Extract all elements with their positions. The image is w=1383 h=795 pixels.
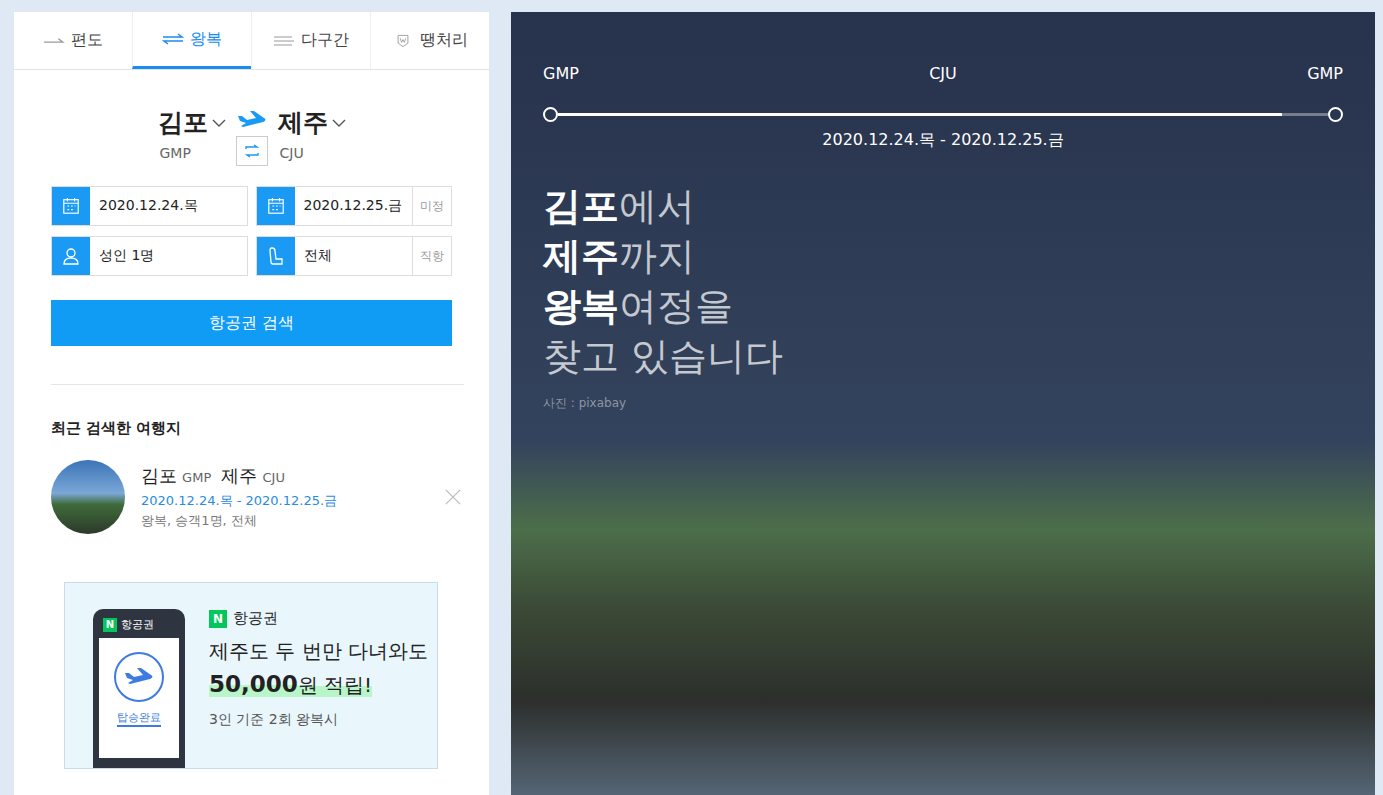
trip-tab[interactable]: 땡처리 [370,12,489,69]
hero-panel: GMP CJU GMP 2020.12.24.목 - 2020.12.25.금김포에서… [511,12,1375,795]
depart-date-field[interactable]: 2020.12.24.목 [51,186,248,226]
start-dot [543,107,558,122]
undecided-toggle[interactable]: 미정 [412,187,451,225]
calendar-icon [267,197,285,215]
trip-tab[interactable]: 왕복 [132,12,251,69]
route-selector: 김포GMP 제주CJU [14,70,489,166]
destination-photo [51,460,125,534]
passengers-field[interactable]: 성인 1명 [51,236,248,276]
seat-icon [266,246,286,266]
tab-label: 편도 [71,30,103,51]
tab-label: 다구간 [301,30,349,51]
tab-label: 왕복 [190,29,222,50]
promo-banner[interactable]: N항공권탑승완료N항공권제주도 두 번만 다녀와도50,000원 적립!3인 기… [64,582,438,769]
itinerary-track [543,107,1343,122]
headline: 김포에서제주까지왕복여정을찾고 있습니다 [543,181,1343,381]
swap-button[interactable] [236,136,268,166]
plane-icon [237,110,267,130]
end-dot [1328,107,1343,122]
multi-city-icon [273,34,295,48]
recent-item[interactable]: 김포 GMP 제주 CJU2020.12.24.목 - 2020.12.25.금… [51,460,464,534]
trip-tab[interactable]: 다구간 [251,12,370,69]
chevron-down-icon [332,119,346,127]
photo-credit: 사진 : pixabay [543,395,1343,412]
stop-label: GMP [543,64,579,83]
stop-label: CJU [929,64,957,83]
page: 편도왕복다구간땡처리김포GMP제주CJU2020.12.24.목2020.12.… [0,0,1383,795]
divider [51,384,464,385]
person-icon [61,246,81,266]
itinerary-stops: GMP CJU GMP [543,64,1343,83]
plane-icon [124,667,154,687]
search-panel: 편도왕복다구간땡처리김포GMP제주CJU2020.12.24.목2020.12.… [14,12,489,795]
direct-toggle[interactable]: 직항 [412,237,451,275]
trip-tabs: 편도 왕복 다구간 땡처리 [14,12,489,70]
swap-icon [244,143,260,159]
trip-tab[interactable]: 편도 [14,12,132,69]
chevron-down-icon [212,119,226,127]
seat-class-field[interactable]: 전체직항 [256,236,453,276]
round-trip-icon [162,32,184,46]
calendar-icon [62,197,80,215]
destination[interactable]: 제주CJU [278,106,346,161]
stop-label: GMP [1307,64,1343,83]
deal-icon [392,34,414,48]
recent-title: 최근 검색한 여행지 [51,419,464,438]
tab-label: 땡처리 [420,30,468,51]
search-fields: 2020.12.24.목2020.12.25.금미정성인 1명전체직항 [14,166,489,276]
phone-illustration: N항공권탑승완료 [93,609,185,768]
one-way-icon [43,34,65,48]
search-button[interactable]: 항공권 검색 [51,300,452,346]
trip-dates: 2020.12.24.목 - 2020.12.25.금 [543,130,1343,151]
close-icon[interactable] [444,488,462,506]
return-date-field[interactable]: 2020.12.25.금미정 [256,186,453,226]
recent-searches: 최근 검색한 여행지김포 GMP 제주 CJU2020.12.24.목 - 20… [14,385,489,534]
origin[interactable]: 김포GMP [158,106,226,161]
